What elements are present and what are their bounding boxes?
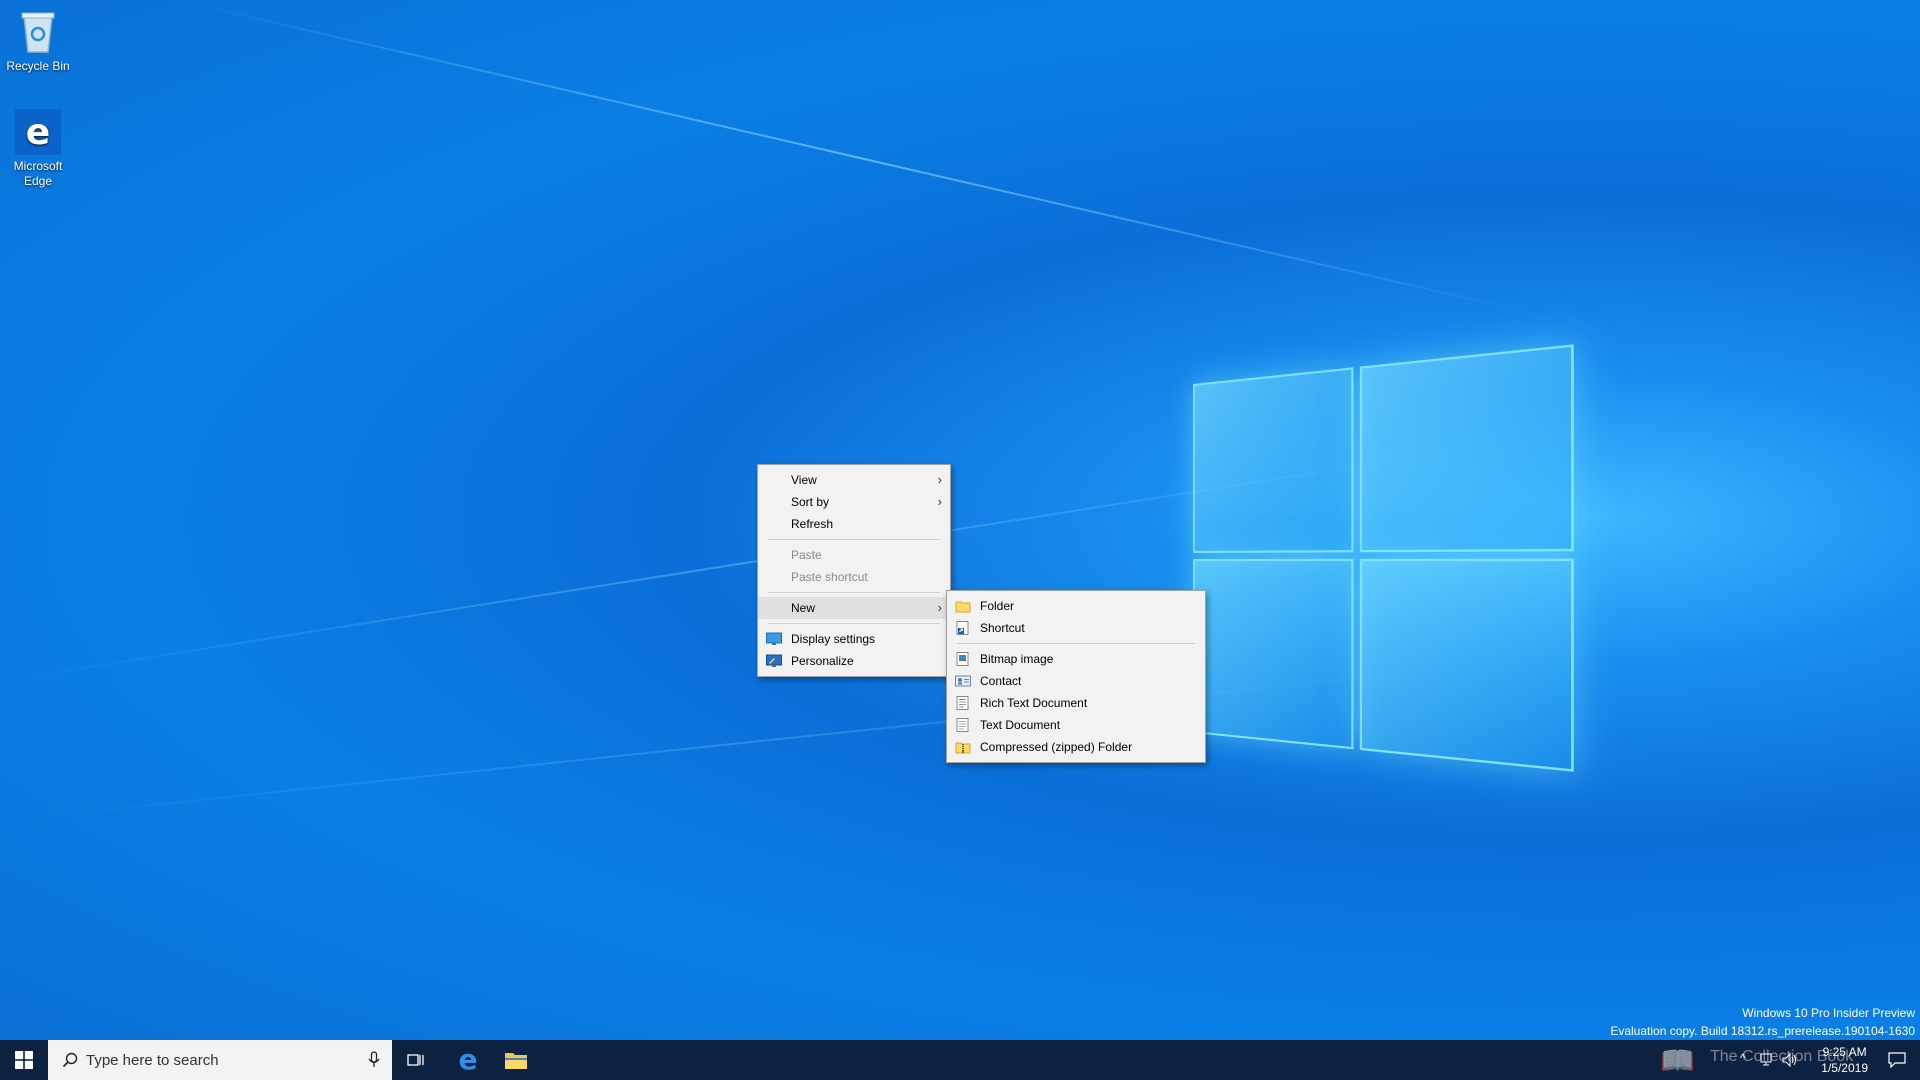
evaluation-watermark: Windows 10 Pro Insider Preview Evaluatio…: [1610, 1004, 1915, 1040]
network-icon[interactable]: [1760, 1053, 1776, 1067]
submenu-item-label: Bitmap image: [980, 652, 1053, 666]
taskbar-edge-button[interactable]: e: [444, 1040, 492, 1080]
desktop-icon-microsoft-edge[interactable]: e Microsoft Edge: [0, 108, 76, 189]
microphone-icon[interactable]: [368, 1051, 380, 1069]
menu-item-label: Sort by: [791, 495, 829, 509]
menu-item-label: Paste: [791, 548, 822, 562]
taskbar: Type here to search e 📖 The Collection B…: [0, 1040, 1920, 1080]
submenu-item-folder[interactable]: Folder: [947, 595, 1205, 617]
shortcut-icon: [955, 621, 971, 635]
logo-pane: [1193, 367, 1353, 553]
folder-icon: [955, 599, 971, 613]
recycle-bin-label: Recycle Bin: [0, 59, 76, 74]
edge-label-line1: Microsoft: [0, 159, 76, 174]
clock-time: 9:25 AM: [1821, 1044, 1868, 1060]
menu-item-sort-by[interactable]: Sort by ›: [758, 491, 950, 513]
book-icon: 📖: [1660, 1044, 1695, 1077]
menu-item-paste-shortcut[interactable]: Paste shortcut: [758, 566, 950, 588]
personalize-icon: [766, 654, 782, 668]
task-view-button[interactable]: [392, 1040, 440, 1080]
submenu-item-label: Contact: [980, 674, 1021, 688]
contact-icon: [955, 674, 971, 688]
menu-item-view[interactable]: View ›: [758, 469, 950, 491]
submenu-item-compressed-folder[interactable]: Compressed (zipped) Folder: [947, 736, 1205, 758]
menu-item-paste[interactable]: Paste: [758, 544, 950, 566]
windows-logo: [1193, 345, 1568, 776]
search-placeholder: Type here to search: [86, 1052, 219, 1069]
submenu-item-text-document[interactable]: Text Document: [947, 714, 1205, 736]
menu-separator: [768, 623, 940, 624]
desktop-icon-recycle-bin[interactable]: Recycle Bin: [0, 8, 76, 74]
menu-item-label: Personalize: [791, 654, 854, 668]
submenu-item-label: Folder: [980, 599, 1014, 613]
zip-folder-icon: [955, 740, 971, 754]
new-submenu: Folder Shortcut Bitmap image Contact Ric…: [946, 590, 1206, 763]
windows-start-icon: [15, 1051, 33, 1069]
taskbar-clock[interactable]: 9:25 AM 1/5/2019: [1821, 1044, 1868, 1076]
desktop-context-menu: View › Sort by › Refresh Paste Paste sho…: [757, 464, 951, 677]
edge-icon: e: [14, 108, 62, 156]
chevron-right-icon: ›: [938, 469, 942, 491]
clock-date: 1/5/2019: [1821, 1060, 1868, 1076]
menu-separator: [768, 539, 940, 540]
show-hidden-icons-icon[interactable]: ^: [1740, 1051, 1746, 1065]
text-document-icon: [955, 718, 971, 732]
menu-item-personalize[interactable]: Personalize: [758, 650, 950, 672]
menu-item-label: View: [791, 473, 817, 487]
submenu-item-label: Shortcut: [980, 621, 1025, 635]
edge-icon: e: [459, 1046, 478, 1074]
logo-pane: [1360, 344, 1574, 552]
file-explorer-icon: [504, 1050, 528, 1070]
chevron-right-icon: ›: [938, 491, 942, 513]
logo-pane: [1360, 559, 1574, 772]
menu-separator: [768, 592, 940, 593]
light-beam: [180, 0, 1545, 317]
menu-item-new[interactable]: New ›: [758, 597, 950, 619]
submenu-item-shortcut[interactable]: Shortcut: [947, 617, 1205, 639]
menu-item-display-settings[interactable]: Display settings: [758, 628, 950, 650]
recycle-bin-icon: [14, 8, 62, 56]
submenu-item-label: Text Document: [980, 718, 1060, 732]
watermark-edition: Windows 10 Pro Insider Preview: [1610, 1004, 1915, 1022]
logo-pane: [1193, 559, 1353, 749]
volume-icon[interactable]: [1782, 1053, 1798, 1067]
taskbar-search-box[interactable]: Type here to search: [48, 1040, 392, 1080]
taskbar-file-explorer-button[interactable]: [492, 1040, 540, 1080]
chevron-right-icon: ›: [938, 597, 942, 619]
submenu-item-label: Rich Text Document: [980, 696, 1087, 710]
bitmap-icon: [955, 652, 971, 666]
search-icon: [62, 1052, 78, 1068]
submenu-item-label: Compressed (zipped) Folder: [980, 740, 1132, 754]
submenu-item-contact[interactable]: Contact: [947, 670, 1205, 692]
rich-text-icon: [955, 696, 971, 710]
menu-item-label: Refresh: [791, 517, 833, 531]
display-icon: [766, 632, 782, 646]
submenu-item-rich-text-document[interactable]: Rich Text Document: [947, 692, 1205, 714]
menu-item-label: Display settings: [791, 632, 875, 646]
menu-item-refresh[interactable]: Refresh: [758, 513, 950, 535]
action-center-icon[interactable]: [1888, 1052, 1906, 1068]
start-button[interactable]: [0, 1040, 48, 1080]
task-view-icon: [407, 1052, 425, 1068]
menu-item-label: Paste shortcut: [791, 570, 868, 584]
watermark-build: Evaluation copy. Build 18312.rs_prerelea…: [1610, 1022, 1915, 1040]
edge-label-line2: Edge: [0, 174, 76, 189]
submenu-item-bitmap-image[interactable]: Bitmap image: [947, 648, 1205, 670]
menu-separator: [957, 643, 1195, 644]
menu-item-label: New: [791, 601, 815, 615]
system-tray: 📖 The Collection Book ^ 9:25 AM 1/5/2019: [1720, 1040, 1920, 1080]
desktop-wallpaper[interactable]: [0, 0, 1920, 1080]
